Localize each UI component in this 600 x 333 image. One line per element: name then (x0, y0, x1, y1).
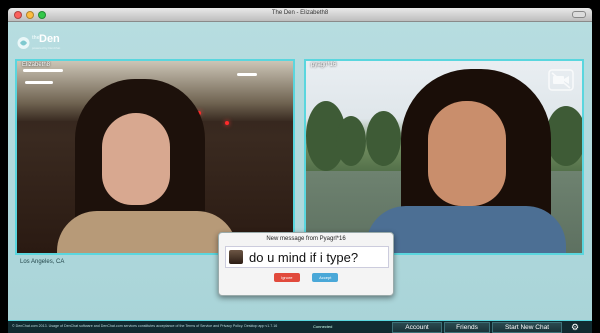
message-text: do u mind if i type? (249, 250, 359, 265)
logo-tagline: powered by DenChat (32, 46, 61, 50)
den-logo-icon (17, 37, 30, 49)
local-video-panel: Elizabeth8 (15, 59, 295, 255)
bottom-bar: © DenChat.com 2013. Usage of DenChat sof… (8, 320, 592, 333)
user-location: Los Angeles, CA (20, 259, 65, 265)
dialog-title: New message from Pyagrl*16 (266, 236, 346, 242)
title-bar: The Den - Elizabeth8 (8, 8, 592, 22)
toolbar-toggle-button[interactable] (572, 11, 586, 18)
window-title: The Den - Elizabeth8 (271, 10, 329, 16)
app-content: the Den powered by DenChat Elizabeth8 py… (8, 22, 592, 333)
remote-video-feed (306, 61, 582, 253)
sender-avatar (229, 250, 243, 264)
remote-username: pyagrl*16 (311, 62, 337, 68)
logo-den-text: Den (39, 33, 60, 45)
message-preview: do u mind if i type? (225, 246, 389, 268)
ignore-button[interactable]: Ignore (273, 273, 300, 282)
friends-button[interactable]: Friends (444, 322, 490, 333)
local-video-feed (17, 61, 293, 253)
start-new-chat-button[interactable]: Start New Chat (492, 322, 562, 333)
account-button[interactable]: Account (392, 322, 442, 333)
local-username: Elizabeth8 (22, 62, 51, 68)
den-logo[interactable]: the Den powered by DenChat (17, 33, 77, 56)
remote-video-panel: pyagrl*16 (304, 59, 584, 255)
message-request-dialog: New message from Pyagrl*16 do u mind if … (218, 232, 394, 296)
accept-button[interactable]: Accept (312, 273, 339, 282)
connection-status: Connected (313, 324, 333, 329)
gear-icon[interactable]: ⚙ (566, 322, 584, 333)
camera-off-icon[interactable] (548, 69, 574, 91)
app-window: The Den - Elizabeth8 the Den powered by … (8, 8, 592, 333)
legal-text: © DenChat.com 2013. Usage of DenChat sof… (12, 324, 278, 328)
